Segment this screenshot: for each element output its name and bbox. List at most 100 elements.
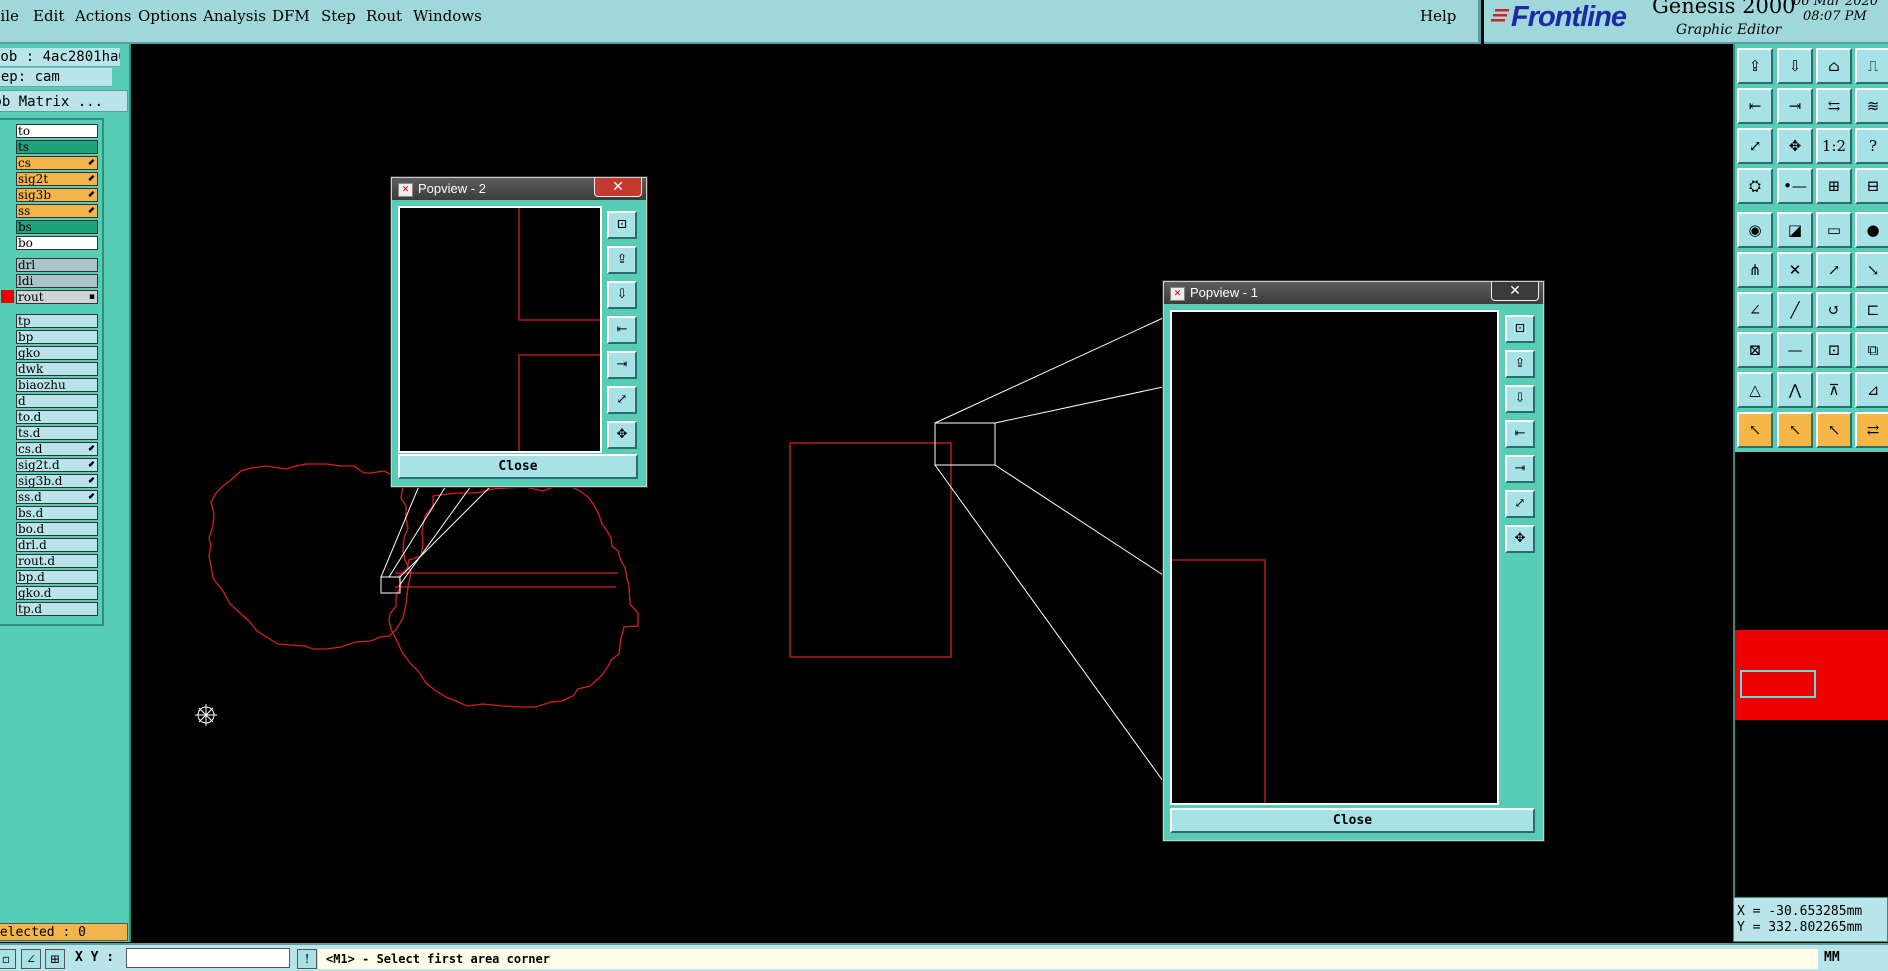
pan-up-icon[interactable]: ⇪: [607, 246, 637, 274]
layer-item[interactable]: cs ⬋: [16, 156, 98, 170]
layer-item[interactable]: sig2t ⬋: [16, 172, 98, 186]
layer-item[interactable]: d: [16, 394, 98, 408]
tool-button-icon[interactable]: ⌂: [1816, 48, 1852, 84]
zoom-window-icon[interactable]: ⊡: [1505, 315, 1535, 343]
tool-button-icon[interactable]: ?: [1855, 128, 1888, 164]
tool-button-icon[interactable]: ⇥: [1777, 88, 1813, 124]
xy-input[interactable]: [126, 948, 290, 968]
layer-item[interactable]: bo: [16, 236, 98, 250]
layer-item[interactable]: dwk: [16, 362, 98, 376]
tool-button-icon[interactable]: ⧉: [1855, 332, 1888, 368]
pan-left-icon[interactable]: ⇤: [1505, 420, 1535, 448]
zoom-window-icon[interactable]: ⊡: [607, 211, 637, 239]
layer-item[interactable]: drl.d: [16, 538, 98, 552]
layer-item[interactable]: biaozhu: [16, 378, 98, 392]
tool-button-icon[interactable]: △: [1737, 372, 1773, 408]
menu-analysis[interactable]: Analysis: [203, 7, 266, 25]
layer-item[interactable]: sig3b ⬋: [16, 188, 98, 202]
tool-button-icon[interactable]: ⋀: [1777, 372, 1813, 408]
popview-1-titlebar[interactable]: ✕ Popview - 1: [1164, 282, 1543, 304]
overview-view-rect[interactable]: [1740, 670, 1816, 698]
tool-button-icon[interactable]: 1:2: [1816, 128, 1852, 164]
tool-button-icon[interactable]: •—: [1777, 168, 1813, 204]
tool-button-icon[interactable]: ⊞: [1816, 168, 1852, 204]
layer-item[interactable]: ts: [16, 140, 98, 154]
pan-up-icon[interactable]: ⇪: [1505, 350, 1535, 378]
pan-down-icon[interactable]: ⇩: [1505, 385, 1535, 413]
layer-item[interactable]: ss.d ⬋: [16, 490, 98, 504]
popview-1-viewport[interactable]: [1170, 310, 1499, 805]
menu-actions[interactable]: Actions: [75, 7, 131, 25]
tool-button-icon[interactable]: ⎍: [1855, 48, 1888, 84]
layer-item[interactable]: sig3b.d ⬋: [16, 474, 98, 488]
job-matrix-button[interactable]: Job Matrix ...: [0, 90, 128, 112]
snap-icon[interactable]: ▫: [0, 949, 16, 969]
tool-button-icon[interactable]: ⊡: [1816, 332, 1852, 368]
layer-item[interactable]: rout ▪: [16, 290, 98, 304]
tool-button-icon[interactable]: ≋: [1855, 88, 1888, 124]
layer-item[interactable]: bo.d: [16, 522, 98, 536]
layer-item[interactable]: bs: [16, 220, 98, 234]
menu-windows[interactable]: Windows: [413, 7, 482, 25]
tool-button-icon[interactable]: ⇪: [1737, 48, 1773, 84]
layer-item[interactable]: ss ⬋: [16, 204, 98, 218]
tool-button-icon[interactable]: ⊿: [1855, 372, 1888, 408]
popview-1-close-icon[interactable]: ✕: [1491, 282, 1539, 301]
tool-button-icon[interactable]: ⇤: [1737, 88, 1773, 124]
pan-right-icon[interactable]: ⇥: [1505, 455, 1535, 483]
tool-button-icon[interactable]: ⤢: [1737, 128, 1773, 164]
measure-icon[interactable]: ∠: [21, 949, 41, 969]
layer-color-swatch[interactable]: [1, 290, 14, 303]
layer-item[interactable]: to.d: [16, 410, 98, 424]
tool-button-icon[interactable]: ⇄: [1855, 412, 1888, 448]
layer-item[interactable]: gko: [16, 346, 98, 360]
menu-help[interactable]: Help: [1420, 7, 1456, 25]
tool-button-icon[interactable]: ↖: [1777, 412, 1813, 448]
zoom-fit-icon[interactable]: ✥: [1505, 525, 1535, 553]
layer-item[interactable]: drl: [16, 258, 98, 272]
tool-button-icon[interactable]: ↺: [1816, 292, 1852, 328]
menu-options[interactable]: Options: [138, 7, 197, 25]
zoom-fit-icon[interactable]: ✥: [607, 421, 637, 449]
popview-1-close-button[interactable]: Close: [1170, 808, 1535, 833]
tool-button-icon[interactable]: ↖: [1816, 412, 1852, 448]
layer-item[interactable]: to: [16, 124, 98, 138]
layer-item[interactable]: gko.d: [16, 586, 98, 600]
layer-item[interactable]: tp: [16, 314, 98, 328]
menu-rout[interactable]: Rout: [366, 7, 402, 25]
info-icon[interactable]: !: [297, 949, 317, 969]
layer-item[interactable]: ldi: [16, 274, 98, 288]
menu-edit[interactable]: Edit: [33, 7, 64, 25]
layer-item[interactable]: tp.d: [16, 602, 98, 616]
tool-button-icon[interactable]: —: [1777, 332, 1813, 368]
tool-button-icon[interactable]: ↖: [1737, 412, 1773, 448]
tool-button-icon[interactable]: ●: [1855, 212, 1888, 248]
units-selector[interactable]: MM: [1824, 950, 1840, 965]
popview-2-close-icon[interactable]: ✕: [594, 178, 642, 197]
tool-button-icon[interactable]: ⇩: [1777, 48, 1813, 84]
tool-button-icon[interactable]: ▭: [1816, 212, 1852, 248]
tool-button-icon[interactable]: ↘: [1855, 252, 1888, 288]
tool-button-icon[interactable]: ◪: [1777, 212, 1813, 248]
popview-2-close-button[interactable]: Close: [398, 454, 638, 479]
layer-item[interactable]: ts.d: [16, 426, 98, 440]
zoom-in-icon[interactable]: ⤢: [607, 386, 637, 414]
tool-button-icon[interactable]: ✕: [1777, 252, 1813, 288]
tool-button-icon[interactable]: ↗: [1816, 252, 1852, 288]
grid-icon[interactable]: ⊞: [45, 949, 65, 969]
layer-item[interactable]: sig2t.d ⬋: [16, 458, 98, 472]
layer-item[interactable]: cs.d ⬋: [16, 442, 98, 456]
tool-button-icon[interactable]: ⊏: [1855, 292, 1888, 328]
layer-item[interactable]: bp: [16, 330, 98, 344]
tool-button-icon[interactable]: ✥: [1777, 128, 1813, 164]
tool-button-icon[interactable]: ⋔: [1737, 252, 1773, 288]
layer-item[interactable]: bs.d: [16, 506, 98, 520]
tool-button-icon[interactable]: ⊼: [1816, 372, 1852, 408]
menu-step[interactable]: Step: [321, 7, 356, 25]
pan-left-icon[interactable]: ⇤: [607, 316, 637, 344]
popview-2-viewport[interactable]: [398, 206, 602, 453]
pan-down-icon[interactable]: ⇩: [607, 281, 637, 309]
tool-button-icon[interactable]: ◉: [1737, 212, 1773, 248]
tool-button-icon[interactable]: ⛭: [1737, 168, 1773, 204]
tool-button-icon[interactable]: ⇆: [1816, 88, 1852, 124]
